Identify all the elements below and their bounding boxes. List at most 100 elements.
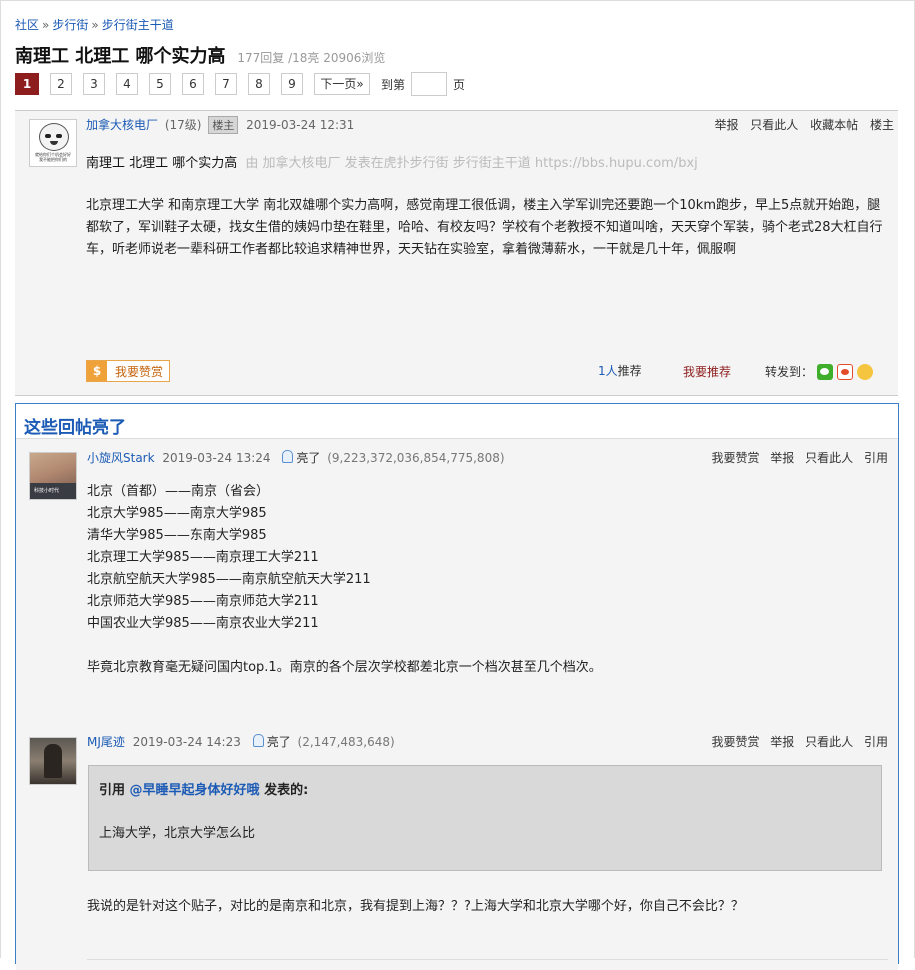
lightbulb-icon[interactable]: [282, 450, 294, 463]
reply-line: 北京大学985——南京大学985: [87, 506, 267, 521]
thread-header: 南理工 北理工 哪个实力高 177回复 /18亮 20906浏览: [15, 42, 385, 68]
owner-badge: 楼主: [208, 116, 239, 134]
post-actions: 举报 只看此人 收藏本帖 楼主: [706, 116, 894, 133]
weibo-icon[interactable]: [837, 363, 854, 380]
breadcrumb-main-board[interactable]: 步行街主干道: [102, 18, 174, 32]
reply-avatar[interactable]: 科技小时代: [29, 452, 77, 500]
reply-line: 北京（首都）——南京（省会）: [87, 484, 270, 499]
reply-time: 2019-03-24 14:23: [132, 735, 241, 749]
reply-line: [87, 635, 602, 657]
highlight-replies-section: 这些回帖亮了 科技小时代 小旋风Stark 2019-03-24 13:24 亮…: [15, 403, 899, 970]
post-subject: 南理工 北理工 哪个实力高 由 加拿大核电厂 发表在虎扑步行街 步行街主干道 h…: [86, 152, 698, 171]
breadcrumb: 社区» 步行街» 步行街主干道: [15, 16, 174, 33]
author-avatar[interactable]: 就给你们个机会好好 我不能把你们的: [29, 119, 77, 167]
page-button-8[interactable]: 8: [248, 73, 270, 95]
goto-page-label: 到第: [381, 77, 406, 92]
reply-divider: [87, 959, 888, 960]
avatar-figure-shape: [44, 744, 62, 778]
post-body: 北京理工大学 和南京理工大学 南北双雄哪个实力高啊，感觉南理工很低调，楼主入学军…: [86, 198, 883, 257]
reply-time: 2019-03-24 13:24: [162, 451, 271, 465]
quote-block: 引用 @早睡早起身体好好哦 发表的: 上海大学，北京大学怎么比: [88, 765, 882, 871]
post-meta: 加拿大核电厂 (17级) 楼主 2019-03-24 12:31: [86, 116, 354, 134]
breadcrumb-separator: »: [42, 18, 50, 32]
page-button-current[interactable]: 1: [15, 73, 39, 95]
only-author-button[interactable]: 只看此人: [750, 118, 798, 132]
light-label[interactable]: 亮了: [267, 735, 291, 749]
report-link[interactable]: 举报: [770, 735, 794, 749]
avatar-text: 科技小时代: [34, 488, 60, 494]
quote-suffix: 发表的:: [259, 783, 309, 798]
goto-page-input[interactable]: [411, 72, 448, 96]
reply-actions: 我要赞赏 举报 只看此人 引用: [704, 449, 888, 466]
reply-actions: 我要赞赏 举报 只看此人 引用: [704, 733, 888, 750]
eye-shape: [56, 134, 62, 138]
floor-label: 楼主: [869, 118, 894, 132]
quote-link[interactable]: 引用: [864, 735, 888, 749]
thread-stats: 177回复 /18亮 20906浏览: [237, 51, 386, 65]
quote-header: 引用 @早睡早起身体好好哦 发表的:: [99, 779, 308, 798]
page-frame-left: [0, 0, 1, 958]
recommend-button[interactable]: 我要推荐: [683, 363, 731, 380]
reply-line: 清华大学985——东南大学985: [87, 528, 267, 543]
reward-link[interactable]: 我要赞赏: [711, 451, 759, 465]
reply-author[interactable]: 小旋风Stark: [87, 451, 155, 465]
reply-line: 北京理工大学985——南京理工大学211: [87, 550, 319, 565]
pagination: 1 2 3 4 5 6 7 8 9 下一页» 到第 页: [15, 72, 466, 96]
only-author-link[interactable]: 只看此人: [805, 451, 853, 465]
light-count: (2,147,483,648): [297, 735, 395, 749]
post-subject-title: 南理工 北理工 哪个实力高: [86, 156, 238, 171]
quote-prefix: 引用: [99, 783, 130, 798]
reply-meta: MJ尾迹 2019-03-24 14:23 亮了 (2,147,483,648): [87, 733, 395, 750]
recommend-count: 1人推荐: [598, 362, 642, 379]
quote-link[interactable]: 引用: [864, 451, 888, 465]
wechat-icon[interactable]: [817, 363, 834, 380]
reply-line: 毕竟北京教育毫无疑问国内top.1。南京的各个层次学校都差北京一个档次甚至几个档…: [87, 660, 602, 675]
reply-author[interactable]: MJ尾迹: [87, 735, 125, 749]
reward-link[interactable]: 我要赞赏: [711, 735, 759, 749]
reply-line: 北京航空航天大学985——南京航空航天大学211: [87, 572, 371, 587]
post-time: 2019-03-24 12:31: [246, 118, 355, 132]
report-link[interactable]: 举报: [770, 451, 794, 465]
page-button-7[interactable]: 7: [215, 73, 237, 95]
light-label[interactable]: 亮了: [296, 451, 320, 465]
light-count: (9,223,372,036,854,775,808): [327, 451, 505, 465]
lightbulb-icon[interactable]: [252, 734, 264, 747]
recommend-label: 推荐: [617, 364, 642, 378]
page-title: 南理工 北理工 哪个实力高: [15, 46, 226, 67]
breadcrumb-buxingjie[interactable]: 步行街: [52, 18, 88, 32]
reward-label: 我要赞赏: [115, 364, 164, 379]
panda-face-icon: [39, 123, 69, 151]
eye-shape: [45, 134, 51, 138]
author-name[interactable]: 加拿大核电厂: [86, 118, 158, 132]
page-button-2[interactable]: 2: [50, 73, 72, 95]
only-author-link[interactable]: 只看此人: [805, 735, 853, 749]
post-source: 由 加拿大核电厂 发表在虎扑步行街 步行街主干道 https://bbs.hup…: [245, 156, 698, 171]
reply-body: 我说的是针对这个贴子，对比的是南京和北京，我有提到上海？？?上海大学和北京大学哪…: [87, 899, 744, 914]
qzone-icon[interactable]: [857, 363, 874, 380]
quote-body: 上海大学，北京大学怎么比: [99, 826, 256, 841]
share-label: 转发到：: [765, 365, 814, 379]
main-post: 就给你们个机会好好 我不能把你们的 加拿大核电厂 (17级) 楼主 2019-0…: [15, 110, 898, 396]
report-button[interactable]: 举报: [714, 118, 738, 132]
mouth-shape: [50, 141, 58, 145]
recommend-number: 1人: [598, 364, 618, 378]
breadcrumb-community[interactable]: 社区: [15, 18, 39, 32]
reward-button[interactable]: $ 我要赞赏: [86, 360, 171, 382]
reply-avatar[interactable]: [29, 737, 77, 785]
favorite-button[interactable]: 收藏本帖: [810, 118, 858, 132]
page-button-3[interactable]: 3: [83, 73, 105, 95]
page-button-4[interactable]: 4: [116, 73, 138, 95]
avatar-caption: 就给你们个机会好好 我不能把你们的: [35, 152, 71, 162]
page-frame-top: [0, 0, 915, 1]
page-button-9[interactable]: 9: [281, 73, 303, 95]
goto-page-unit: 页: [453, 77, 466, 92]
reply-meta: 小旋风Stark 2019-03-24 13:24 亮了 (9,223,372,…: [87, 449, 505, 466]
quoted-user[interactable]: @早睡早起身体好好哦: [130, 783, 260, 798]
page-button-5[interactable]: 5: [149, 73, 171, 95]
page-button-6[interactable]: 6: [182, 73, 204, 95]
reply-line: 北京师范大学985——南京师范大学211: [87, 594, 319, 609]
breadcrumb-separator: »: [91, 18, 99, 32]
reply-item: 科技小时代 小旋风Stark 2019-03-24 13:24 亮了 (9,22…: [16, 438, 898, 721]
next-page-button[interactable]: 下一页»: [314, 73, 370, 95]
section-title: 这些回帖亮了: [24, 418, 126, 438]
